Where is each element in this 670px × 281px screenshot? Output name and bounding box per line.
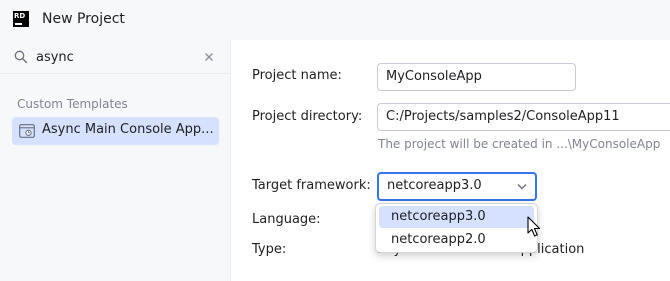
- target-framework-dropdown: netcoreapp3.0 netcoreapp2.0: [375, 203, 538, 253]
- section-custom-templates: Custom Templates: [17, 97, 128, 111]
- dropdown-option-netcoreapp2-0[interactable]: netcoreapp2.0: [379, 229, 534, 251]
- mouse-pointer-icon: [527, 216, 541, 237]
- project-location-hint: The project will be created in ...\MyCon…: [378, 137, 661, 151]
- target-framework-select[interactable]: netcoreapp3.0: [377, 172, 537, 201]
- search-bar: [0, 40, 230, 74]
- search-icon: [14, 50, 28, 64]
- project-name-field[interactable]: MyConsoleApp: [377, 63, 576, 91]
- language-label: Language:: [252, 212, 321, 227]
- title-bar: RD New Project: [0, 0, 670, 40]
- option-label: netcoreapp3.0: [391, 209, 486, 224]
- template-item-label: Async Main Console App...: [42, 122, 214, 137]
- console-template-icon: [19, 124, 35, 138]
- template-sidebar: Custom Templates Async Main Console App.…: [0, 40, 231, 281]
- search-input[interactable]: [36, 48, 196, 66]
- template-item-async-main-console-app[interactable]: Async Main Console App...: [12, 117, 219, 145]
- logo-text: RD: [14, 12, 26, 20]
- chevron-down-icon: [517, 184, 527, 190]
- project-directory-field[interactable]: C:/Projects/samples2/ConsoleApp11: [377, 103, 670, 131]
- type-label: Type:: [252, 242, 287, 257]
- option-label: netcoreapp2.0: [391, 232, 486, 247]
- rider-logo-icon: RD: [13, 11, 29, 27]
- clear-search-icon[interactable]: [203, 51, 215, 63]
- project-directory-label: Project directory:: [252, 109, 363, 124]
- dropdown-option-netcoreapp3-0[interactable]: netcoreapp3.0: [379, 206, 534, 228]
- project-name-label: Project name:: [252, 68, 342, 83]
- target-framework-label: Target framework:: [252, 178, 371, 193]
- target-framework-value: netcoreapp3.0: [387, 178, 482, 193]
- window-title: New Project: [42, 11, 125, 27]
